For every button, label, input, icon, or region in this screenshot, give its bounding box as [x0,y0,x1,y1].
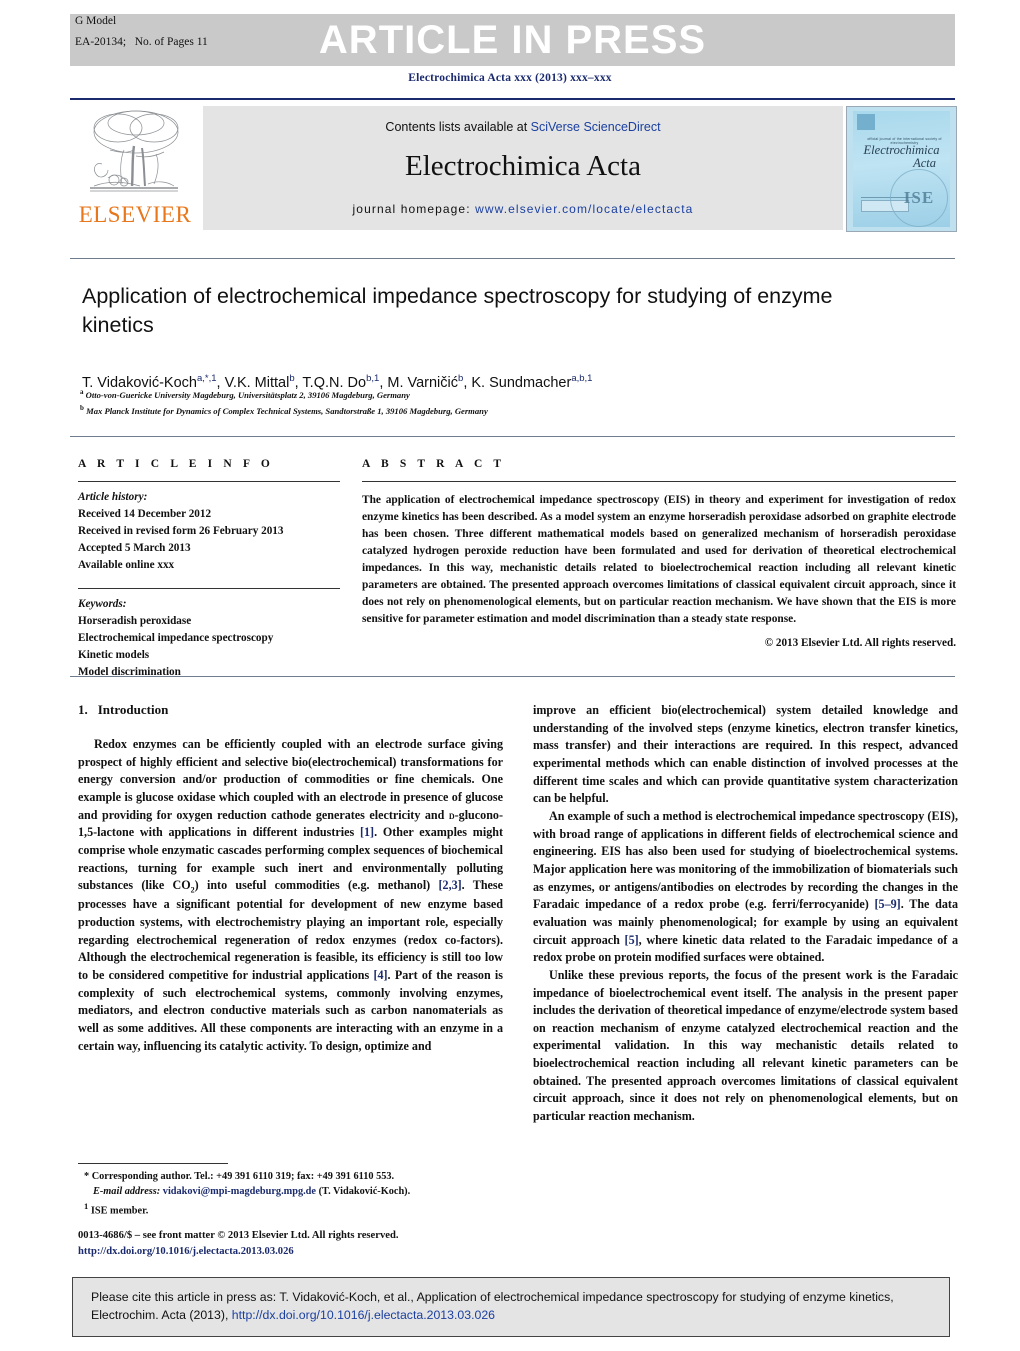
affiliation-b-text: Max Planck Institute for Dynamics of Com… [86,405,488,416]
info-divider [70,436,955,437]
contents-available-line: Contents lists available at SciVerse Sci… [203,120,843,134]
email-note: E-mail address: vidakovi@mpi-magdeburg.m… [78,1184,503,1199]
affiliation-a-marker: a [80,388,84,396]
article-info-column: A R T I C L E I N F O Article history: R… [78,458,340,681]
affiliation-a-text: Otto-von-Guericke University Magdeburg, … [85,389,410,400]
keyword-item: Horseradish peroxidase [78,615,192,628]
body-column-left: 1. Introduction Redox enzymes can be effi… [78,702,503,1055]
history-item: Available online xxx [78,559,175,572]
pages-note: No. of Pages 11 [134,35,208,48]
ise-member-note: 1 ISE member. [78,1200,503,1219]
article-history-label: Article history: [78,491,148,503]
cover-inner: official journal of the international so… [853,111,950,227]
article-info-rule [78,481,340,482]
article-history-block: Article history: Received 14 December 20… [78,489,340,574]
article-info-heading: A R T I C L E I N F O [78,458,274,470]
email-label: E-mail address: [93,1186,161,1198]
paragraph: Unlike these previous reports, the focus… [533,967,958,1124]
journal-cover-thumbnail: official journal of the international so… [846,106,957,232]
keyword-item: Kinetic models [78,649,150,662]
footnotes-block: * Corresponding author. Tel.: +49 391 61… [78,1169,503,1219]
ise-badge-icon: ISE [890,169,948,227]
journal-reference-line: Electrochimica Acta xxx (2013) xxx–xxx [408,72,612,84]
page-title: Application of electrochemical impedance… [82,284,833,337]
title-divider [70,258,955,259]
affiliation-a: a Otto-von-Guericke University Magdeburg… [80,387,880,403]
paragraph: Redox enzymes can be efficiently coupled… [78,737,504,1053]
abstract-heading: A B S T R A C T [362,458,506,470]
body-divider [70,676,955,677]
article-id-line: EA-20134; No. of Pages 11 [75,35,208,49]
cite-doi-link[interactable]: http://dx.doi.org/10.1016/j.electacta.20… [232,1308,495,1322]
affiliation-b-marker: b [80,403,84,412]
elsevier-tree-icon [90,110,179,192]
cover-title-line2: Acta [913,155,936,170]
body-column-right: improve an efficient bio(electrochemical… [533,702,958,1126]
history-item: Received in revised form 26 February 201… [78,525,284,538]
cover-elsevier-mini-icon [857,114,875,130]
keywords-rule [78,588,340,590]
history-item: Received 14 December 2012 [78,508,212,521]
abstract-column: A B S T R A C T The application of elect… [362,458,956,649]
footnote-divider [78,1163,228,1164]
journal-masthead: ELSEVIER Contents lists available at Sci… [70,98,957,232]
contents-prefix: Contents lists available at [385,120,531,134]
issn-block: 0013-4686/$ – see front matter © 2013 El… [78,1228,518,1260]
ise-marker: 1 [84,1200,89,1211]
journal-homepage-line: journal homepage: www.elsevier.com/locat… [203,202,843,216]
journal-title: Electrochimica Acta [405,150,641,182]
keywords-label: Keywords: [78,598,127,611]
email-suffix: (T. Vidaković-Koch). [318,1186,411,1198]
abstract-text: The application of electrochemical imped… [362,494,956,625]
homepage-prefix: journal homepage: [352,202,476,216]
journal-article-page: ARTICLE IN PRESS G Model EA-20134; No. o… [0,0,1020,1351]
keywords-block: Keywords: Horseradish peroxidase Electro… [78,596,340,681]
keyword-item: Model discrimination [78,666,181,679]
cite-this-article-box: Please cite this article in press as: T.… [72,1277,950,1337]
history-item: Accepted 5 March 2013 [78,542,191,555]
abstract-rule [362,481,956,482]
article-id: EA-20134; [75,35,127,48]
masthead-center-panel: Contents lists available at SciVerse Sci… [203,106,843,230]
section-title: Introduction [97,702,169,717]
cite-text: Please cite this article in press as: T.… [91,1288,935,1325]
affiliations: a Otto-von-Guericke University Magdeburg… [80,387,880,419]
issn-line: 0013-4686/$ – see front matter © 2013 El… [78,1230,399,1241]
paragraph: An example of such a method is electroch… [533,808,958,965]
cover-title-line1: Electrochimica [863,143,940,157]
cover-title: Electrochimica Acta [859,144,944,169]
homepage-url-link[interactable]: www.elsevier.com/locate/electacta [475,202,693,216]
email-link[interactable]: vidakovi@mpi-magdeburg.mpg.de [163,1186,316,1197]
affiliation-b: b Max Planck Institute for Dynamics of C… [80,403,880,419]
doi-link[interactable]: http://dx.doi.org/10.1016/j.electacta.20… [78,1244,518,1260]
copyright-line: © 2013 Elsevier Ltd. All rights reserved… [764,636,956,649]
ise-member-text: ISE member. [90,1205,149,1217]
section-heading-introduction: 1. Introduction [78,702,503,718]
elsevier-logo: ELSEVIER [70,104,198,232]
sciencedirect-link[interactable]: SciVerse ScienceDirect [531,120,661,134]
keyword-item: Electrochemical impedance spectroscopy [78,632,274,645]
g-model-label: G Model [75,15,117,27]
corresponding-author-note: * Corresponding author. Tel.: +49 391 61… [84,1171,395,1182]
paragraph: improve an efficient bio(electrochemical… [533,703,958,806]
g-model-block: G Model EA-20134; No. of Pages 11 [75,15,208,57]
elsevier-wordmark: ELSEVIER [78,202,192,227]
section-number: 1. [78,702,88,717]
